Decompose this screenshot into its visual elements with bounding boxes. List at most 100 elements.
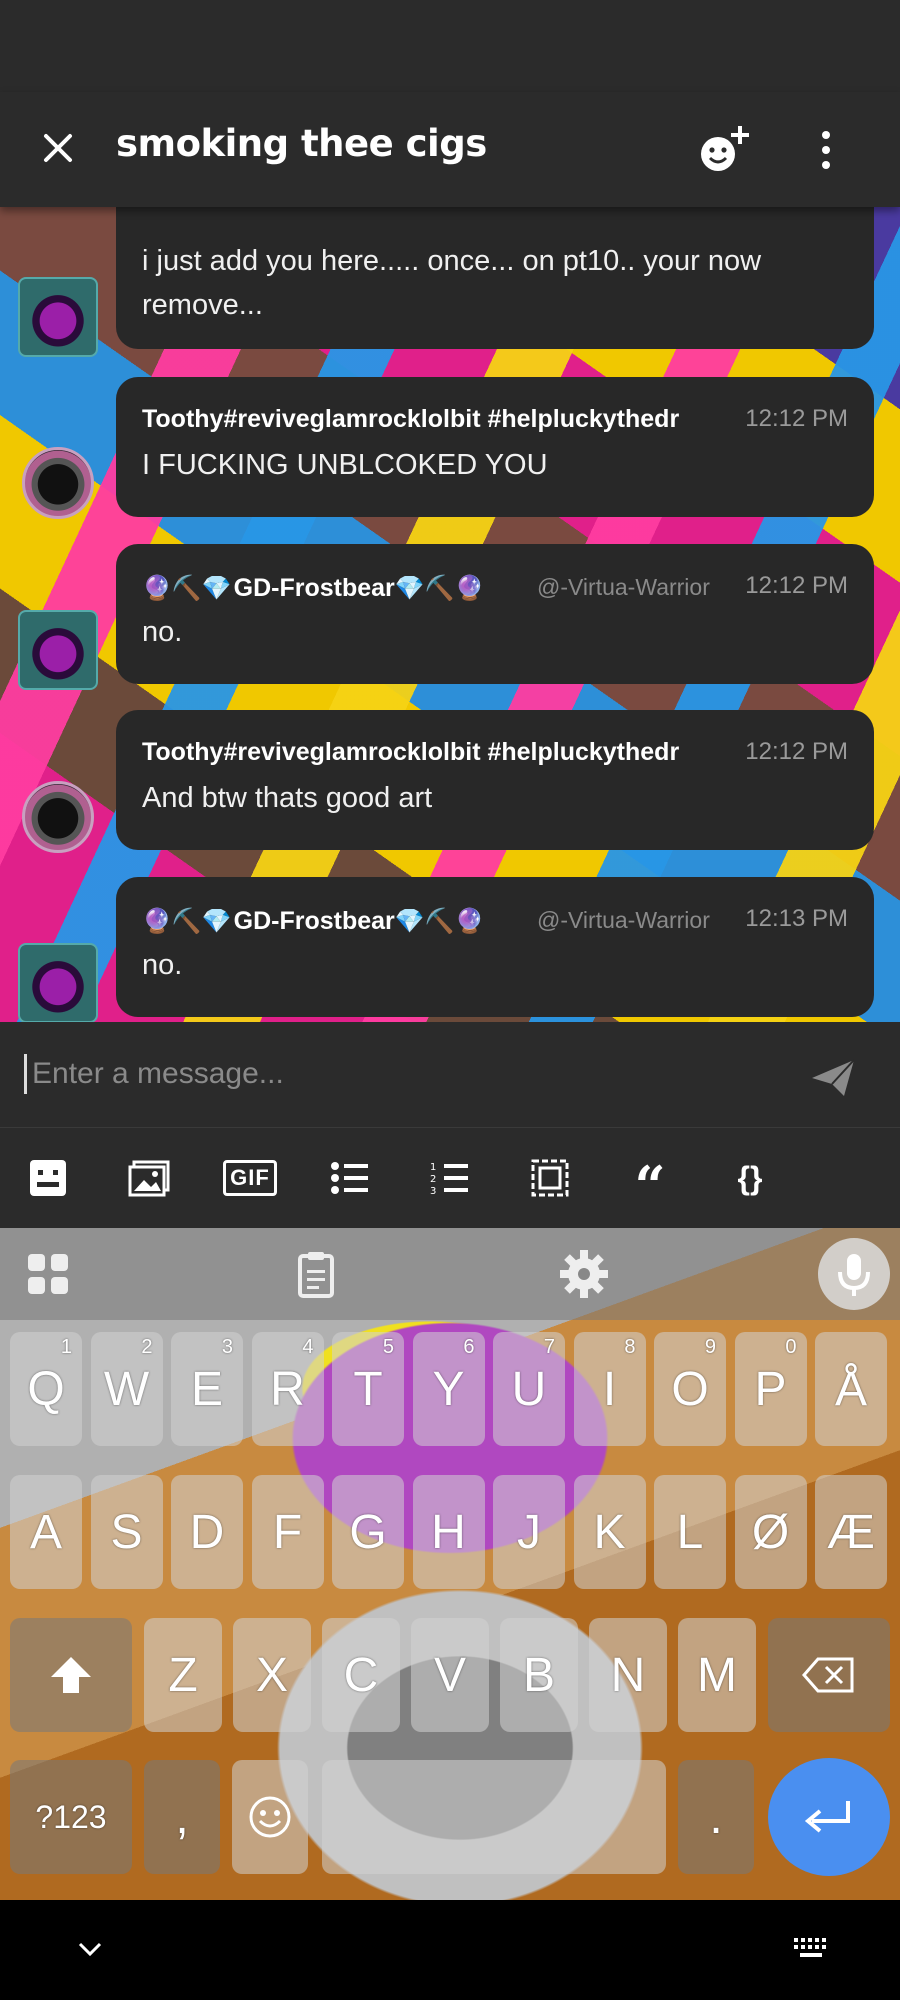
chat-header: smoking thee cigs xyxy=(0,92,900,207)
space-key[interactable] xyxy=(322,1760,666,1874)
key-g[interactable]: G xyxy=(332,1475,404,1589)
quote-button[interactable]: “ xyxy=(626,1154,674,1218)
author-display-name: GD-Frostbear xyxy=(233,906,395,935)
keyboard-switch-icon[interactable] xyxy=(792,1936,832,1962)
enter-key[interactable] xyxy=(768,1758,890,1876)
author-name[interactable]: 🔮⛏️💎 GD-Frostbear 💎⛏️🔮 xyxy=(142,903,486,939)
spoiler-button[interactable] xyxy=(526,1154,574,1202)
key-hint: 7 xyxy=(543,1336,555,1358)
emoji-key[interactable] xyxy=(232,1760,308,1874)
message-bubble[interactable]: i just add you here..... once... on pt10… xyxy=(116,207,874,349)
message-bubble[interactable]: Toothy#reviveglamrocklolbit #helpluckyth… xyxy=(116,710,874,850)
text-caret xyxy=(24,1054,27,1094)
key-h[interactable]: H xyxy=(412,1475,485,1589)
message-bubble[interactable]: 🔮⛏️💎 GD-Frostbear 💎⛏️🔮 @-Virtua-Warrior … xyxy=(116,544,874,684)
shift-key[interactable] xyxy=(10,1618,132,1732)
microphone-icon xyxy=(838,1254,870,1296)
key-k[interactable]: K xyxy=(573,1475,646,1589)
on-screen-keyboard: Q1W2E3R4T5Y6U7I8O9P0Å ASDFGHJKLØÆ ZXCVBN… xyxy=(0,1228,900,1900)
numbered-list-icon: 1 2 3 xyxy=(430,1162,468,1196)
voice-input-button[interactable] xyxy=(818,1238,890,1310)
key-c[interactable]: C xyxy=(322,1618,400,1732)
author-name[interactable]: 🔮⛏️💎 GD-Frostbear 💎⛏️🔮 xyxy=(142,570,486,606)
gif-button[interactable]: GIF xyxy=(223,1154,277,1202)
close-icon[interactable] xyxy=(30,120,86,176)
svg-text:2: 2 xyxy=(430,1174,436,1185)
chevron-down-icon[interactable] xyxy=(76,1940,104,1958)
image-upload-button[interactable] xyxy=(126,1154,174,1202)
timestamp: 12:12 PM xyxy=(731,572,848,600)
author-emoji-prefix: 🔮⛏️💎 xyxy=(142,907,232,935)
author-name[interactable]: Toothy#reviveglamrocklolbit #helpluckyth… xyxy=(142,738,679,767)
avatar[interactable] xyxy=(18,277,98,357)
more-vertical-icon[interactable] xyxy=(806,120,846,180)
key-r[interactable]: R4 xyxy=(251,1332,324,1446)
key-æ[interactable]: Æ xyxy=(815,1475,887,1589)
avatar[interactable] xyxy=(22,447,94,519)
key-j[interactable]: J xyxy=(493,1475,565,1589)
avatar[interactable] xyxy=(22,781,94,853)
key-t[interactable]: T5 xyxy=(332,1332,404,1446)
comma-key[interactable]: , xyxy=(144,1760,220,1874)
key-m[interactable]: M xyxy=(678,1618,756,1732)
message-bubble[interactable]: 🔮⛏️💎 GD-Frostbear 💎⛏️🔮 @-Virtua-Warrior … xyxy=(116,877,874,1017)
key-u[interactable]: U7 xyxy=(493,1332,565,1446)
key-ø[interactable]: Ø xyxy=(734,1475,807,1589)
message-list[interactable]: i just add you here..... once... on pt10… xyxy=(0,207,900,1022)
message-text: And btw thats good art xyxy=(142,782,433,814)
message-header: Toothy#reviveglamrocklolbit #helpluckyth… xyxy=(142,403,848,439)
key-f[interactable]: F xyxy=(251,1475,324,1589)
message-input[interactable] xyxy=(32,1048,792,1100)
author-name[interactable]: Toothy#reviveglamrocklolbit #helpluckyth… xyxy=(142,405,679,434)
code-block-button[interactable]: {} xyxy=(726,1154,774,1202)
clipboard-icon[interactable] xyxy=(290,1248,342,1300)
key-b[interactable]: B xyxy=(500,1618,578,1732)
message-header: 🔮⛏️💎 GD-Frostbear 💎⛏️🔮 @-Virtua-Warrior … xyxy=(142,570,848,606)
settings-gear-icon[interactable] xyxy=(558,1248,610,1300)
key-label: T xyxy=(353,1362,383,1416)
key-v[interactable]: V xyxy=(411,1618,489,1732)
key-n[interactable]: N xyxy=(589,1618,667,1732)
key-label: Y xyxy=(432,1362,465,1416)
avatar[interactable] xyxy=(18,943,98,1022)
bulleted-list-button[interactable] xyxy=(326,1154,374,1202)
message-bubble[interactable]: Toothy#reviveglamrocklolbit #helpluckyth… xyxy=(116,377,874,517)
add-member-icon[interactable] xyxy=(694,120,754,180)
key-p[interactable]: P0 xyxy=(734,1332,807,1446)
key-label: I xyxy=(602,1362,617,1416)
key-hint: 1 xyxy=(60,1336,72,1358)
period-key[interactable]: . xyxy=(678,1760,754,1874)
key-w[interactable]: W2 xyxy=(90,1332,163,1446)
key-hint: 6 xyxy=(463,1336,475,1358)
key-label: R xyxy=(270,1362,305,1416)
key-a[interactable]: A xyxy=(10,1475,82,1589)
key-d[interactable]: D xyxy=(171,1475,243,1589)
symbols-key[interactable]: ?123 xyxy=(10,1760,132,1874)
backspace-icon xyxy=(802,1657,854,1693)
key-label: W xyxy=(103,1362,150,1416)
key-hint: 2 xyxy=(141,1336,153,1358)
key-label: Q xyxy=(27,1362,65,1416)
apps-grid-icon[interactable] xyxy=(22,1248,74,1300)
key-å[interactable]: Å xyxy=(815,1332,887,1446)
app-root: smoking thee cigs i just add you here...… xyxy=(0,0,900,2000)
author-emoji-suffix: 💎⛏️🔮 xyxy=(394,907,485,935)
key-i[interactable]: I8 xyxy=(573,1332,646,1446)
key-s[interactable]: S xyxy=(90,1475,163,1589)
numbered-list-button[interactable]: 1 2 3 xyxy=(426,1154,474,1202)
key-y[interactable]: Y6 xyxy=(412,1332,485,1446)
key-z[interactable]: Z xyxy=(144,1618,222,1732)
key-e[interactable]: E3 xyxy=(171,1332,243,1446)
key-x[interactable]: X xyxy=(233,1618,311,1732)
message-header: 🔮⛏️💎 GD-Frostbear 💎⛏️🔮 @-Virtua-Warrior … xyxy=(142,903,848,939)
key-hint: 4 xyxy=(302,1336,314,1358)
key-l[interactable]: L xyxy=(654,1475,726,1589)
send-icon[interactable] xyxy=(810,1058,856,1098)
key-q[interactable]: Q1 xyxy=(10,1332,82,1446)
avatar[interactable] xyxy=(18,610,98,690)
smiley-icon xyxy=(249,1796,291,1838)
key-o[interactable]: O9 xyxy=(654,1332,726,1446)
emoji-picker-button[interactable] xyxy=(24,1154,72,1202)
backspace-key[interactable] xyxy=(768,1618,890,1732)
quote-icon: “ xyxy=(634,1154,666,1218)
